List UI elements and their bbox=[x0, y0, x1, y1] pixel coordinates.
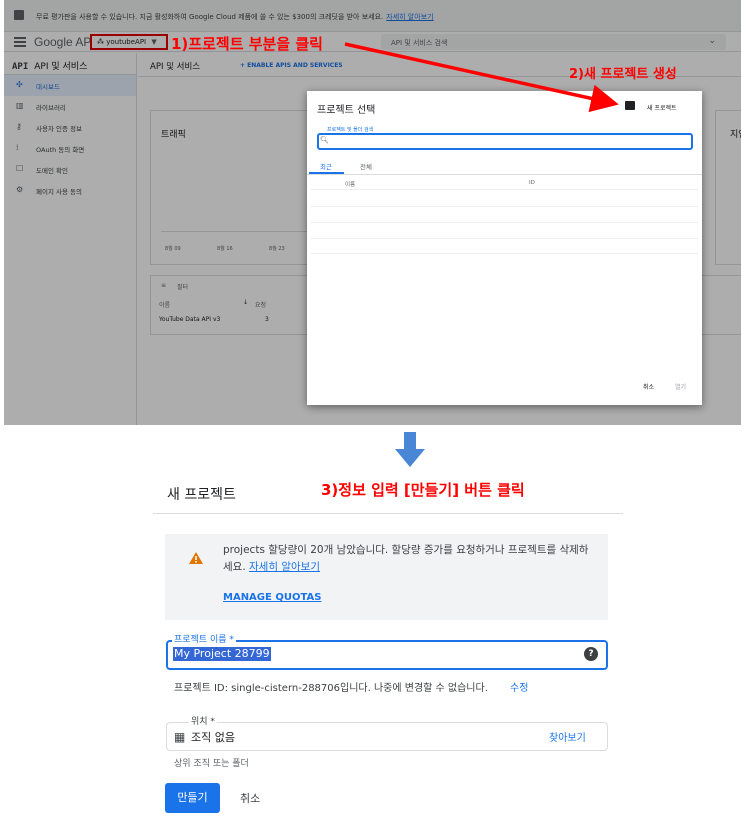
cancel-button[interactable]: 취소 bbox=[240, 790, 260, 806]
divider bbox=[153, 513, 623, 514]
manage-quotas-link[interactable]: MANAGE QUOTAS bbox=[223, 592, 321, 603]
new-project-title: 새 프로젝트 bbox=[167, 487, 236, 503]
project-name-label: 프로젝트 이름 * bbox=[172, 632, 236, 645]
help-icon[interactable]: ? bbox=[584, 647, 598, 661]
location-value: 조직 없음 bbox=[191, 731, 235, 744]
project-name-value[interactable]: My Project 28799 bbox=[173, 647, 271, 661]
annotation-arrow bbox=[344, 42, 619, 113]
project-id-text: 프로젝트 ID: single-cistern-288706입니다. 나중에 변… bbox=[174, 683, 488, 694]
edit-project-id-link[interactable]: 수정 bbox=[510, 679, 528, 694]
quota-text: projects 할당량이 20개 남았습니다. 할당량 증가를 요청하거나 프… bbox=[223, 544, 589, 573]
organization-icon: ▦ bbox=[174, 730, 186, 744]
browse-button[interactable]: 찾아보기 bbox=[549, 729, 586, 744]
warning-icon bbox=[189, 552, 203, 564]
quota-notice: projects 할당량이 20개 남았습니다. 할당량 증가를 요청하거나 프… bbox=[165, 534, 608, 620]
location-hint: 상위 조직 또는 폴더 bbox=[174, 759, 249, 769]
create-button[interactable]: 만들기 bbox=[165, 783, 220, 813]
location-label: 위치 * bbox=[189, 714, 217, 727]
annotation-step3: 3)정보 입력 [만들기] 버튼 클릭 bbox=[321, 481, 525, 499]
quota-learn-more-link[interactable]: 자세히 알아보기 bbox=[249, 561, 320, 573]
down-arrow-icon bbox=[395, 432, 425, 467]
tutorial-composite: 무료 평가판을 사용할 수 있습니다. 지금 활성화하여 Google Clou… bbox=[0, 0, 748, 820]
